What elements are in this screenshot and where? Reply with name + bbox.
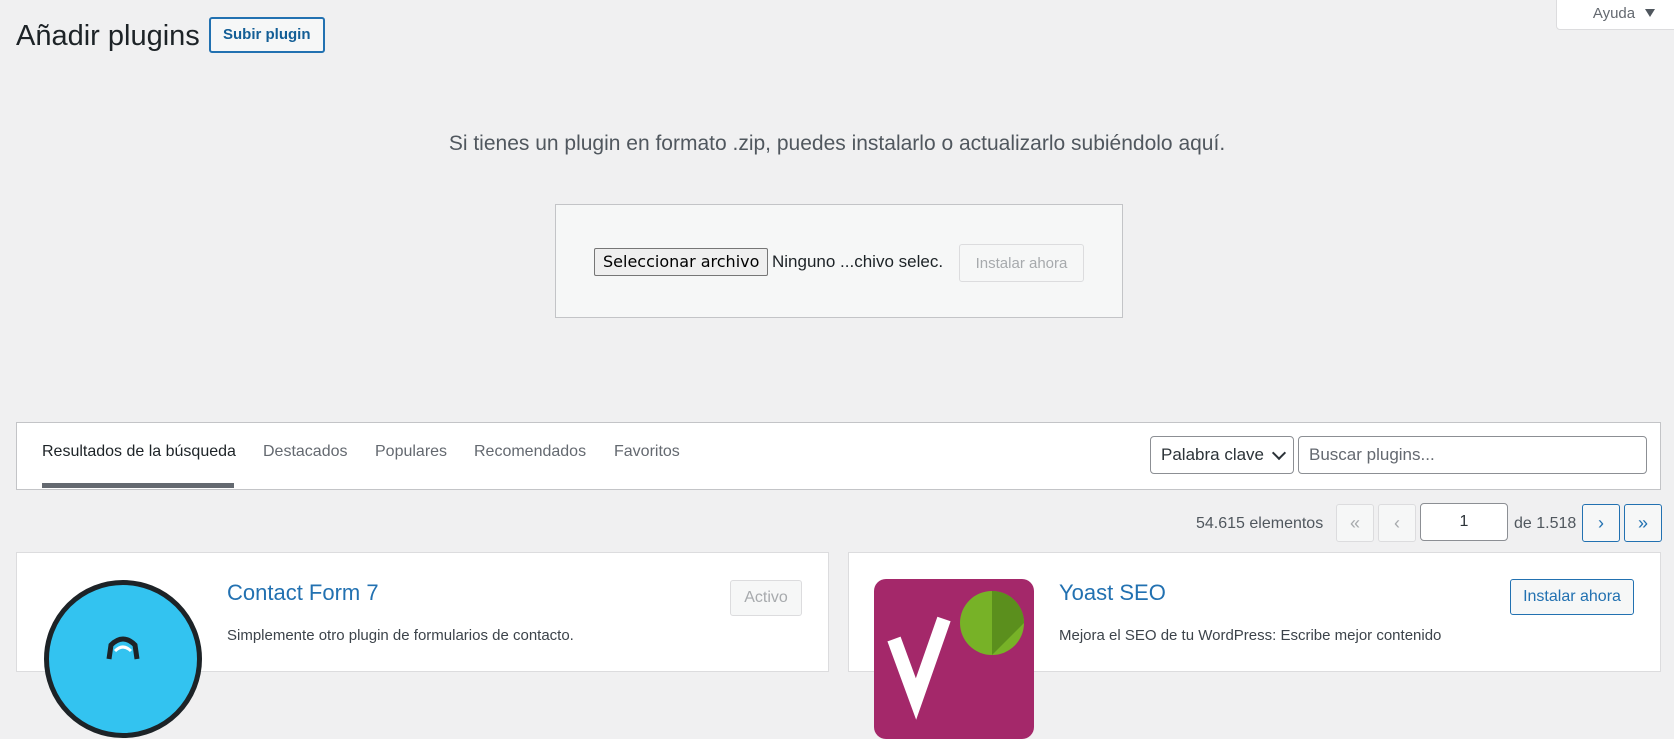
total-pages: de 1.518 — [1514, 515, 1577, 532]
tab-favorites[interactable]: Favoritos — [614, 443, 680, 487]
items-count: 54.615 elementos — [1196, 515, 1324, 532]
chevron-down-icon — [1271, 445, 1287, 460]
search-plugins-input[interactable] — [1298, 436, 1647, 474]
tab-popular[interactable]: Populares — [375, 443, 447, 487]
plugin-active-button: Activo — [730, 580, 802, 616]
tab-search-results[interactable]: Resultados de la búsqueda — [42, 443, 236, 487]
search-type-value: Palabra clave — [1161, 445, 1265, 464]
help-tab-button[interactable]: Ayuda — [1556, 0, 1674, 30]
select-file-button[interactable]: Seleccionar archivo — [594, 248, 769, 276]
caret-down-icon — [1645, 9, 1656, 17]
page-title: Añadir plugins — [16, 20, 200, 52]
current-tab-indicator — [42, 483, 234, 488]
install-now-button[interactable]: Instalar ahora — [1510, 579, 1634, 615]
next-page-button[interactable]: › — [1582, 504, 1620, 542]
current-page-input[interactable] — [1420, 503, 1508, 541]
yoast-seo-icon[interactable] — [874, 579, 1034, 739]
last-page-button[interactable]: » — [1624, 504, 1662, 542]
help-tab-label: Ayuda — [1592, 4, 1636, 22]
contact-form-7-icon[interactable] — [44, 580, 202, 738]
file-status-text: Ninguno ...chivo selec. — [772, 252, 944, 271]
upload-plugin-button[interactable]: Subir plugin — [209, 17, 325, 53]
tab-recommended[interactable]: Recomendados — [474, 443, 586, 487]
first-page-button: « — [1336, 504, 1374, 542]
plugin-name-link[interactable]: Yoast SEO — [1059, 580, 1166, 606]
prev-page-button: ‹ — [1378, 504, 1416, 542]
search-type-select[interactable]: Palabra clave — [1150, 436, 1294, 474]
tab-featured[interactable]: Destacados — [263, 443, 348, 487]
plugin-name-link[interactable]: Contact Form 7 — [227, 580, 379, 606]
install-now-button-disabled: Instalar ahora — [959, 244, 1084, 282]
upload-instructions: Si tienes un plugin en formato .zip, pue… — [448, 132, 1226, 155]
